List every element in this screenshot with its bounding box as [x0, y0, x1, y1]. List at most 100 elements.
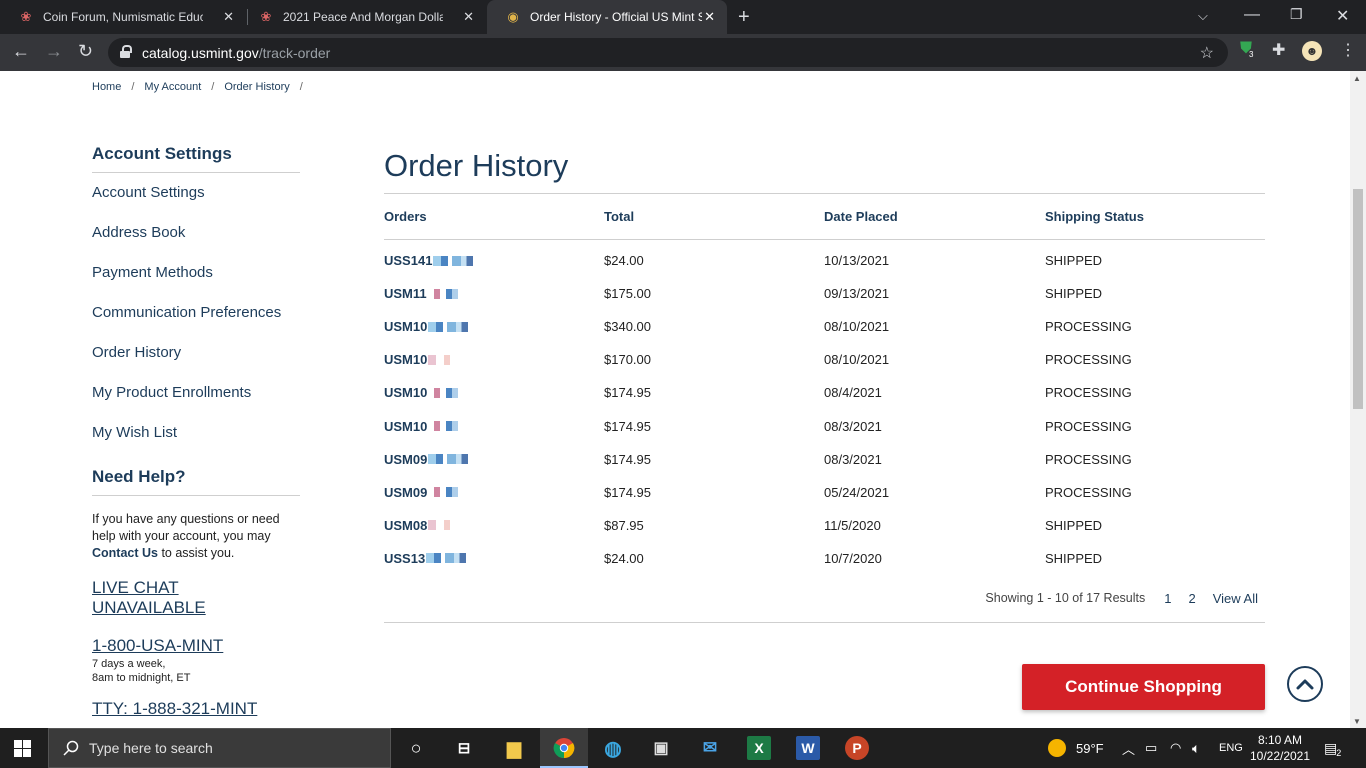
- edge-icon[interactable]: ◍: [601, 736, 625, 760]
- table-row: USS13 $24.00 10/7/2020 SHIPPED: [384, 542, 1265, 575]
- breadcrumb-order-history[interactable]: Order History: [224, 81, 289, 93]
- shield-extension-icon[interactable]: ⛊3: [1240, 40, 1256, 59]
- order-total: $174.95: [604, 451, 651, 467]
- sidebar-item-address-book[interactable]: Address Book: [92, 213, 300, 253]
- order-id-link[interactable]: USS13: [384, 551, 604, 566]
- browser-tab-order-history[interactable]: ◉ Order History - Official US Mint S ✕: [487, 0, 727, 34]
- pagination: Showing 1 - 10 of 17 Results 1 2 View Al…: [384, 579, 1265, 623]
- tab-close-icon[interactable]: ✕: [704, 9, 715, 25]
- close-window-icon[interactable]: ✕: [1336, 6, 1349, 26]
- menu-kebab-icon[interactable]: ⋮: [1340, 40, 1356, 60]
- table-row: USM09 $174.95 05/24/2021 PROCESSING: [384, 476, 1265, 509]
- continue-shopping-button[interactable]: Continue Shopping: [1022, 664, 1265, 710]
- browser-tab-strip: ❀ Coin Forum, Numismatic Educati ✕ ❀ 202…: [0, 0, 1366, 34]
- page-1-link[interactable]: 1: [1164, 591, 1171, 606]
- wifi-icon[interactable]: ◠: [1170, 728, 1181, 768]
- language-indicator[interactable]: ENG: [1219, 728, 1243, 768]
- scrollbar-thumb[interactable]: [1353, 189, 1363, 409]
- order-id-link[interactable]: USM11: [384, 286, 604, 301]
- forward-arrow-icon[interactable]: →: [45, 41, 63, 62]
- order-date: 09/13/2021: [824, 286, 890, 302]
- order-id-link[interactable]: USS141: [384, 253, 604, 268]
- back-arrow-icon[interactable]: ←: [12, 41, 30, 62]
- tab-close-icon[interactable]: ✕: [223, 9, 234, 25]
- address-bar[interactable]: catalog.usmint.gov/track-order ☆: [108, 38, 1228, 67]
- scroll-down-arrow-icon[interactable]: ▼: [1353, 717, 1361, 726]
- scroll-up-arrow-icon[interactable]: ▲: [1353, 74, 1361, 83]
- restore-icon[interactable]: ❐: [1290, 6, 1303, 23]
- sidebar-item-communication-preferences[interactable]: Communication Preferences: [92, 293, 300, 333]
- sidebar-item-wish-list[interactable]: My Wish List: [92, 413, 300, 453]
- view-all-link[interactable]: View All: [1213, 591, 1258, 606]
- sidebar-item-account-settings[interactable]: Account Settings: [92, 173, 300, 213]
- mail-icon[interactable]: ✉: [698, 736, 722, 760]
- windows-logo-icon: [14, 740, 31, 757]
- page-scrollbar[interactable]: ▲ ▼: [1350, 71, 1366, 728]
- excel-icon[interactable]: X: [747, 736, 771, 760]
- help-text-part2: to assist you.: [157, 546, 235, 560]
- powerpoint-icon[interactable]: P: [845, 736, 869, 760]
- order-id: USM08: [384, 517, 428, 533]
- browser-toolbar: ← → ↻ catalog.usmint.gov/track-order ☆ ⛊…: [0, 34, 1366, 71]
- clock-time: 8:10 AM: [1257, 733, 1303, 747]
- windows-start-icon[interactable]: [14, 740, 31, 762]
- tty-link[interactable]: TTY: 1-888-321-MINT: [92, 699, 300, 719]
- results-count: Showing 1 - 10 of 17 Results: [985, 591, 1146, 606]
- weather-widget[interactable]: 59°F: [1048, 728, 1104, 768]
- sidebar-item-order-history[interactable]: Order History: [92, 333, 300, 373]
- breadcrumb-separator: /: [131, 81, 135, 93]
- order-id: USM10: [384, 418, 428, 434]
- chevron-up-icon: [1296, 679, 1314, 690]
- phone-link[interactable]: 1-800-USA-MINT: [92, 636, 300, 656]
- order-id-link[interactable]: USM10: [384, 419, 604, 434]
- page-2-link[interactable]: 2: [1188, 591, 1195, 606]
- redacted-pixels: [428, 487, 469, 498]
- show-hidden-icons-chevron-icon[interactable]: ︿: [1122, 728, 1135, 768]
- cortana-circle-icon[interactable]: ○: [404, 736, 428, 760]
- chrome-icon[interactable]: [552, 736, 576, 760]
- redacted-pixels: [427, 288, 468, 299]
- task-view-icon[interactable]: ⊟: [452, 736, 476, 760]
- breadcrumb-home[interactable]: Home: [92, 81, 121, 93]
- clock-date: 10/22/2021: [1249, 749, 1311, 763]
- new-tab-plus-icon[interactable]: +: [738, 6, 750, 29]
- store-bag-icon[interactable]: ▣: [649, 736, 673, 760]
- extension-badge: 3: [1249, 50, 1254, 59]
- word-icon[interactable]: W: [796, 736, 820, 760]
- live-chat-line1: LIVE CHAT: [92, 578, 179, 597]
- live-chat-link[interactable]: LIVE CHAT UNAVAILABLE: [92, 578, 300, 618]
- extensions-puzzle-icon[interactable]: ✚: [1272, 40, 1285, 60]
- breadcrumb-my-account[interactable]: My Account: [144, 81, 201, 93]
- sidebar-item-payment-methods[interactable]: Payment Methods: [92, 253, 300, 293]
- order-id-link[interactable]: USM10: [384, 319, 604, 334]
- sun-weather-icon: [1048, 739, 1066, 757]
- tab-search-chevron-icon[interactable]: ⌵: [1198, 8, 1208, 24]
- sidebar-item-product-enrollments[interactable]: My Product Enrollments: [92, 373, 300, 413]
- battery-icon[interactable]: ▭: [1145, 728, 1157, 768]
- tab-close-icon[interactable]: ✕: [463, 9, 474, 25]
- system-clock[interactable]: 8:10 AM 10/22/2021: [1245, 732, 1315, 764]
- order-id-link[interactable]: USM10: [384, 385, 604, 400]
- file-explorer-icon[interactable]: ▆: [502, 736, 526, 760]
- breadcrumb-separator: /: [211, 81, 215, 93]
- browser-tab-peace-morgan[interactable]: ❀ 2021 Peace And Morgan Dollars! ✕: [240, 0, 486, 34]
- back-to-top-button[interactable]: [1287, 666, 1323, 702]
- reload-icon[interactable]: ↻: [78, 41, 93, 62]
- table-row: USM10 $170.00 08/10/2021 PROCESSING: [384, 343, 1265, 376]
- minimize-icon[interactable]: —: [1244, 6, 1260, 24]
- order-total: $174.95: [604, 385, 651, 401]
- redacted-pixels: [426, 553, 467, 564]
- order-id-link[interactable]: USM08: [384, 518, 604, 533]
- taskbar-search-box[interactable]: Type here to search: [48, 728, 391, 768]
- browser-tab-coin-forum[interactable]: ❀ Coin Forum, Numismatic Educati ✕: [0, 0, 246, 34]
- contact-us-link[interactable]: Contact Us: [92, 546, 158, 560]
- profile-avatar-icon[interactable]: ☻: [1302, 41, 1322, 61]
- order-date: 11/5/2020: [824, 517, 881, 533]
- volume-icon[interactable]: 🔈︎: [1192, 728, 1200, 768]
- notification-center-icon[interactable]: ▤ 2: [1324, 728, 1342, 768]
- redacted-pixels: [428, 454, 469, 465]
- order-id-link[interactable]: USM10: [384, 352, 604, 367]
- bookmark-star-icon[interactable]: ☆: [1200, 43, 1214, 63]
- order-id-link[interactable]: USM09: [384, 452, 604, 467]
- order-id-link[interactable]: USM09: [384, 485, 604, 500]
